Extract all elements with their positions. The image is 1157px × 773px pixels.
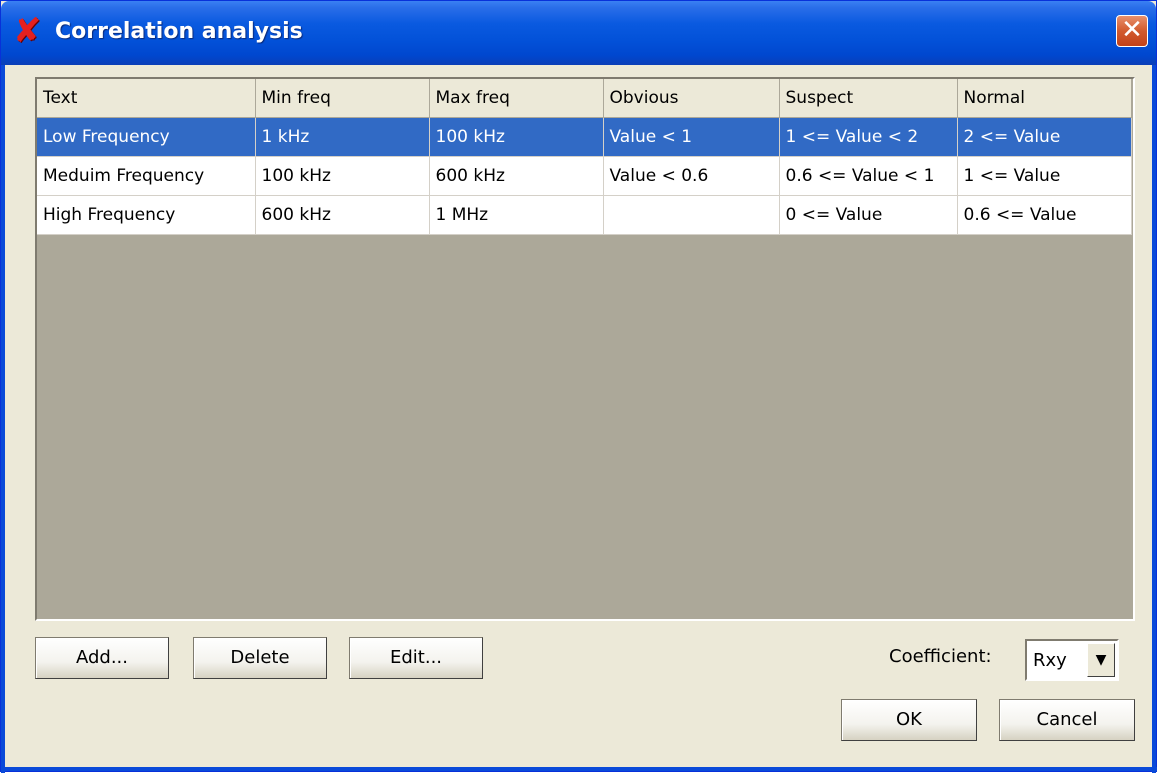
- cell-suspect: 1 <= Value < 2: [779, 117, 958, 157]
- dialog-title: Correlation analysis: [55, 19, 303, 44]
- coefficient-label: Coefficient:: [889, 646, 992, 667]
- table-row[interactable]: Low Frequency 1 kHz 100 kHz Value < 1 1 …: [37, 117, 1132, 157]
- edit-button[interactable]: Edit...: [349, 637, 483, 679]
- frequency-table[interactable]: Text Min freq Max freq Obvious Suspect N…: [35, 77, 1135, 621]
- cell-obvious: Value < 1: [603, 117, 780, 157]
- cell-text: Meduim Frequency: [37, 156, 256, 196]
- cell-suspect: 0.6 <= Value < 1: [779, 156, 958, 196]
- table-row[interactable]: High Frequency 600 kHz 1 MHz 0 <= Value …: [37, 195, 1132, 235]
- chevron-down-icon[interactable]: ▼: [1087, 643, 1115, 677]
- cell-normal: 1 <= Value: [957, 156, 1132, 196]
- column-header-suspect[interactable]: Suspect: [779, 79, 958, 118]
- cancel-button[interactable]: Cancel: [999, 699, 1135, 741]
- column-header-obvious[interactable]: Obvious: [603, 79, 780, 118]
- cell-obvious: Value < 0.6: [603, 156, 780, 196]
- cell-max-freq: 600 kHz: [429, 156, 604, 196]
- window-frame-bottom: [1, 767, 1157, 771]
- add-button[interactable]: Add...: [35, 637, 169, 679]
- x-mark-icon: ✘: [13, 11, 42, 51]
- close-icon: ✕: [1121, 15, 1143, 45]
- cell-min-freq: 600 kHz: [255, 195, 430, 235]
- cell-normal: 0.6 <= Value: [957, 195, 1132, 235]
- column-header-min-freq[interactable]: Min freq: [255, 79, 430, 118]
- column-header-max-freq[interactable]: Max freq: [429, 79, 604, 118]
- column-header-normal[interactable]: Normal: [957, 79, 1132, 118]
- ok-button[interactable]: OK: [841, 699, 977, 741]
- table-header-row: Text Min freq Max freq Obvious Suspect N…: [37, 79, 1132, 118]
- cell-suspect: 0 <= Value: [779, 195, 958, 235]
- cell-max-freq: 1 MHz: [429, 195, 604, 235]
- coefficient-select[interactable]: Rxy ▼: [1025, 639, 1119, 681]
- close-button[interactable]: ✕: [1116, 15, 1148, 47]
- window-frame-right: [1152, 65, 1156, 773]
- title-bar[interactable]: ✘ Correlation analysis ✕: [1, 1, 1156, 65]
- correlation-analysis-dialog: ✘ Correlation analysis ✕ Text Min freq M…: [0, 0, 1157, 773]
- coefficient-value: Rxy: [1033, 650, 1067, 671]
- cell-obvious: [603, 195, 780, 235]
- window-frame-left: [1, 65, 5, 773]
- cell-min-freq: 100 kHz: [255, 156, 430, 196]
- frequency-grid: Text Min freq Max freq Obvious Suspect N…: [37, 79, 1132, 235]
- delete-button[interactable]: Delete: [193, 637, 327, 679]
- column-header-text[interactable]: Text: [37, 79, 256, 118]
- cell-min-freq: 1 kHz: [255, 117, 430, 157]
- cell-max-freq: 100 kHz: [429, 117, 604, 157]
- cell-normal: 2 <= Value: [957, 117, 1132, 157]
- cell-text: Low Frequency: [37, 117, 256, 157]
- cell-text: High Frequency: [37, 195, 256, 235]
- table-row[interactable]: Meduim Frequency 100 kHz 600 kHz Value <…: [37, 156, 1132, 196]
